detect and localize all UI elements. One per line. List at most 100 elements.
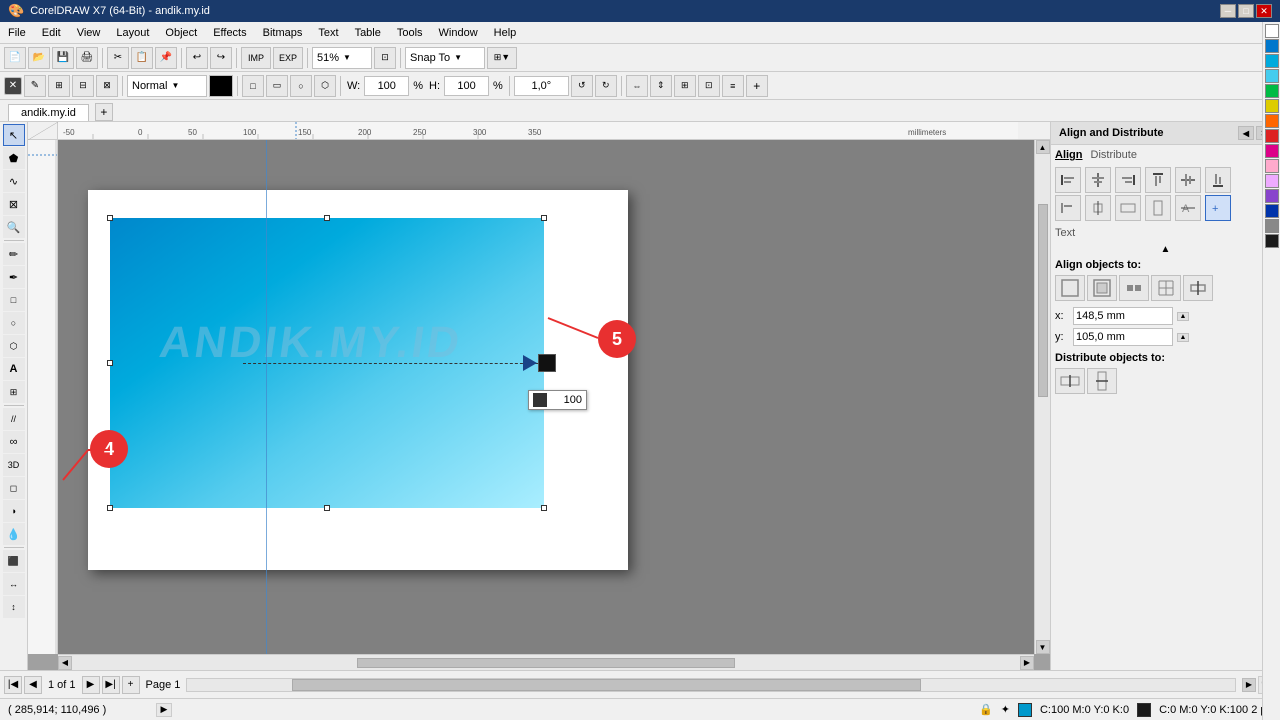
swatch-violet1[interactable] (1265, 189, 1279, 203)
handle-tr[interactable] (541, 215, 547, 221)
menu-table[interactable]: Table (347, 22, 389, 43)
outline-color-box[interactable] (1137, 703, 1151, 717)
icon-btn-1[interactable]: ⊞ (48, 75, 70, 97)
zoom-tool[interactable]: 🔍 (3, 216, 25, 238)
panel-collapse-btn[interactable]: ◀ (1238, 126, 1254, 140)
connector-tool[interactable]: ↔ (3, 573, 25, 595)
shape-tool[interactable]: ⬟ (3, 147, 25, 169)
handle-br[interactable] (541, 505, 547, 511)
blend-tool[interactable]: ∞ (3, 431, 25, 453)
distribute-h-btn[interactable] (1055, 368, 1085, 394)
add-tab-button[interactable]: + (95, 103, 113, 121)
rectangle-tool[interactable]: □ (3, 289, 25, 311)
mirror-v-btn[interactable]: ⇕ (650, 75, 672, 97)
swatch-purple1[interactable] (1265, 174, 1279, 188)
round-rect-btn[interactable]: ▭ (266, 75, 288, 97)
distribute-v-btn[interactable] (1087, 368, 1117, 394)
vscroll-thumb[interactable] (1038, 204, 1048, 397)
canvas-viewport[interactable]: ANDIK.MY.ID (58, 140, 1034, 654)
handle-bl[interactable] (107, 505, 113, 511)
menu-file[interactable]: File (0, 22, 34, 43)
rotate-ccw-btn[interactable]: ↺ (571, 75, 593, 97)
align-right-btn[interactable] (1115, 167, 1141, 193)
width-input[interactable] (364, 76, 409, 96)
icon-btn-3[interactable]: ⊠ (96, 75, 118, 97)
align-bottom-btn[interactable] (1205, 167, 1231, 193)
align-center-v-btn[interactable] (1175, 167, 1201, 193)
menu-view[interactable]: View (69, 22, 109, 43)
align-panel-btn[interactable]: ≡ (722, 75, 744, 97)
vertical-scrollbar[interactable]: ▲ ▼ (1034, 140, 1050, 654)
y-input[interactable] (1073, 328, 1173, 346)
handle-bc[interactable] (324, 505, 330, 511)
next-page-btn[interactable]: ▶ (82, 676, 100, 694)
transparency-tool[interactable]: ◑ (3, 500, 25, 522)
freehand-tool[interactable]: ✏ (3, 243, 25, 265)
menu-window[interactable]: Window (431, 22, 486, 43)
horizontal-scrollbar[interactable]: ◀ ▶ (58, 654, 1034, 670)
snap-dropdown[interactable]: Snap To ▼ (405, 47, 485, 69)
angle-input[interactable] (514, 76, 569, 96)
expand-arrow[interactable]: ▲ (1161, 244, 1171, 255)
hscroll-thumb[interactable] (357, 658, 735, 668)
align-btn-10[interactable] (1145, 195, 1171, 221)
text-tool[interactable]: A (3, 358, 25, 380)
maximize-button[interactable]: □ (1238, 4, 1254, 18)
menu-effects[interactable]: Effects (205, 22, 254, 43)
parallellines-tool[interactable]: // (3, 408, 25, 430)
last-page-btn[interactable]: ▶| (102, 676, 120, 694)
align-center-h-btn[interactable] (1085, 167, 1111, 193)
eyedropper-tool[interactable]: 💧 (3, 523, 25, 545)
scroll-right-end-btn[interactable]: ▶ (1242, 678, 1256, 692)
zoom-fit-button[interactable]: ⊡ (374, 47, 396, 69)
save-button[interactable]: 💾 (52, 47, 74, 69)
menu-help[interactable]: Help (486, 22, 525, 43)
align-btn-9[interactable] (1115, 195, 1141, 221)
prev-page-btn[interactable]: ◀ (24, 676, 42, 694)
extrude-tool[interactable]: 3D (3, 454, 25, 476)
pointer-tool[interactable]: ↖ (3, 124, 25, 146)
hscroll-track[interactable] (74, 658, 1018, 668)
height-input[interactable] (444, 76, 489, 96)
mode-dropdown[interactable]: Normal ▼ (127, 75, 207, 97)
handle-tc[interactable] (324, 215, 330, 221)
copy-button[interactable]: 📋 (131, 47, 153, 69)
align-to-page-btn[interactable] (1055, 275, 1085, 301)
align-btn-12[interactable]: + (1205, 195, 1231, 221)
zoom-dropdown[interactable]: 51% ▼ (312, 47, 372, 69)
artpen-tool[interactable]: ✒ (3, 266, 25, 288)
vscroll-track[interactable] (1038, 156, 1048, 638)
export-button[interactable]: EXP (273, 47, 303, 69)
smart-fill-tool[interactable]: ⬛ (3, 550, 25, 572)
menu-tools[interactable]: Tools (389, 22, 431, 43)
swatch-gray1[interactable] (1265, 219, 1279, 233)
menu-layout[interactable]: Layout (108, 22, 157, 43)
paste-button[interactable]: 📌 (155, 47, 177, 69)
print-button[interactable]: 🖨 (76, 47, 98, 69)
undo-button[interactable]: ↩ (186, 47, 208, 69)
menu-text[interactable]: Text (310, 22, 346, 43)
circle-btn[interactable]: ○ (290, 75, 312, 97)
vscroll-down-btn[interactable]: ▼ (1036, 640, 1050, 654)
align-top-btn[interactable] (1145, 167, 1171, 193)
y-stepper-up[interactable]: ▲ (1177, 333, 1189, 342)
crop-tool[interactable]: ⊠ (3, 193, 25, 215)
rect-btn[interactable]: □ (242, 75, 264, 97)
shadow-tool[interactable]: ◻ (3, 477, 25, 499)
menu-bitmaps[interactable]: Bitmaps (255, 22, 311, 43)
align-btn-7[interactable] (1055, 195, 1081, 221)
icon-btn-2[interactable]: ⊟ (72, 75, 94, 97)
x-stepper-up[interactable]: ▲ (1177, 312, 1189, 321)
new-button[interactable]: 📄 (4, 47, 26, 69)
cut-button[interactable]: ✂ (107, 47, 129, 69)
ellipse-tool[interactable]: ○ (3, 312, 25, 334)
view-options-button[interactable]: ⊞▼ (487, 47, 517, 69)
swatch-pink1[interactable] (1265, 159, 1279, 173)
bottom-hscroll[interactable] (186, 678, 1236, 692)
handle-ml[interactable] (107, 360, 113, 366)
align-btn-11[interactable]: A (1175, 195, 1201, 221)
swatch-darkblue1[interactable] (1265, 204, 1279, 218)
mirror-h-btn[interactable]: ⇔ (626, 75, 648, 97)
rotate-cw-btn[interactable]: ↻ (595, 75, 617, 97)
table-tool[interactable]: ⊞ (3, 381, 25, 403)
